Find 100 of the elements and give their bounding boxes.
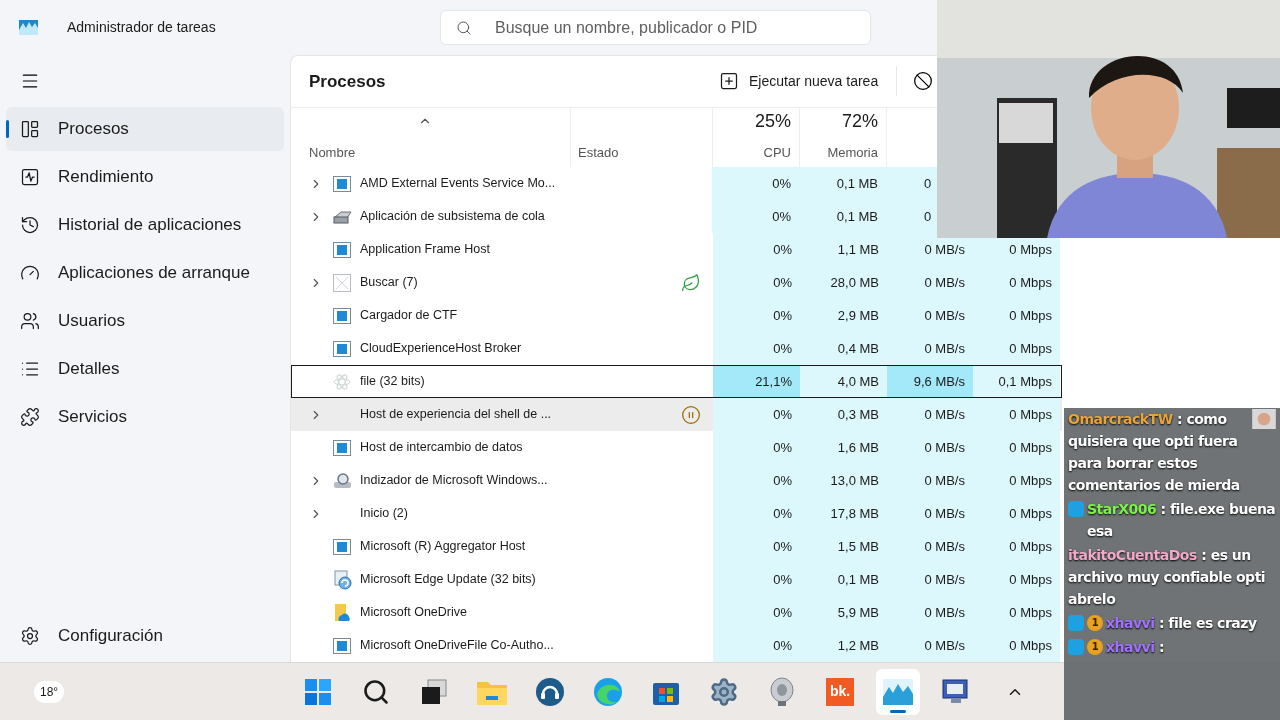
history-icon — [20, 215, 40, 235]
network-value: 0 Mbps — [1009, 438, 1052, 457]
magnifier-icon — [333, 471, 353, 490]
tier-badge: 1 — [1087, 615, 1103, 631]
process-name: CloudExperienceHost Broker — [360, 340, 522, 358]
window-icon — [333, 175, 351, 192]
column-header[interactable]: Estado — [578, 142, 619, 162]
network-value: 0 Mbps — [1009, 504, 1052, 523]
nav-item[interactable]: Historial de aplicaciones — [6, 203, 284, 247]
process-name: Aplicación de subsistema de cola — [360, 208, 545, 226]
network-value: 0 Mbps — [1009, 537, 1052, 556]
network-value: 0 Mbps — [1009, 570, 1052, 589]
network-value: 0 Mbps — [1009, 339, 1052, 358]
process-name: Host de intercambio de datos — [360, 439, 523, 457]
network-value: 0 Mbps — [1009, 405, 1052, 424]
nav-item[interactable]: Usuarios — [6, 299, 284, 343]
atom-icon — [333, 372, 351, 391]
cpu-value: 0% — [773, 471, 792, 490]
cpu-value: 0% — [773, 339, 792, 358]
cloud-folder-icon — [333, 602, 351, 623]
cpu-value: 0% — [772, 174, 792, 193]
memory-value: 1,1 MB — [837, 240, 879, 259]
process-row[interactable]: file (32 bits) 21,1% 4,0 MB 9,6 MB/s 0,1 Mbps — [291, 365, 1062, 398]
search-icon[interactable] — [362, 677, 390, 706]
nav-item[interactable]: Aplicaciones de arranque — [6, 251, 284, 295]
network-value: 0 Mbps — [1009, 306, 1052, 325]
disk-value: 0 MB/s — [924, 603, 965, 622]
active-indicator — [890, 709, 906, 713]
process-name: Microsoft Edge Update (32 bits) — [360, 571, 536, 589]
end-task-icon[interactable] — [913, 71, 934, 92]
cpu-value: 0% — [773, 240, 792, 259]
windows-icon[interactable] — [304, 677, 332, 706]
process-name: Microsoft (R) Aggregator Host — [360, 538, 526, 556]
cpu-value: 0% — [773, 273, 792, 292]
process-name: file (32 bits) — [360, 373, 425, 391]
column-header[interactable]: CPU — [763, 142, 791, 162]
memory-value: 2,9 MB — [837, 306, 879, 325]
memory-value: 5,9 MB — [837, 603, 879, 622]
memory-value: 17,8 MB — [830, 504, 879, 523]
memory-value: 0,1 MB — [836, 207, 878, 226]
cpu-value: 0% — [772, 207, 792, 226]
run-task-button[interactable]: Ejecutar nueva tarea — [713, 61, 885, 102]
disk-value: 0 MB/s — [924, 306, 965, 325]
column-header[interactable]: Memoria — [827, 142, 878, 162]
search-icon — [456, 19, 472, 36]
process-name: Cargador de CTF — [360, 307, 458, 325]
disk-value: 0 — [924, 207, 932, 226]
speaker-icon[interactable] — [769, 676, 795, 707]
disk-value: 0 MB/s — [924, 537, 965, 556]
memory-value: 0,3 MB — [837, 405, 879, 424]
window-title: Administrador de tareas — [67, 18, 217, 37]
disk-value: 9,6 MB/s — [913, 372, 965, 391]
blank-document-icon — [333, 273, 351, 292]
settings-icon — [20, 626, 40, 646]
window-icon — [333, 241, 351, 258]
update-icon — [333, 569, 353, 590]
add-window-icon — [719, 71, 739, 92]
weather-widget[interactable]: 18° — [34, 680, 65, 703]
nav-item[interactable]: Procesos — [6, 107, 284, 151]
headset-icon[interactable] — [535, 676, 565, 707]
cpu-value: 0% — [773, 405, 792, 424]
disk-value: 0 MB/s — [924, 339, 965, 358]
network-value: 0,1 Mbps — [998, 372, 1052, 391]
nav-item[interactable]: Configuración — [6, 614, 284, 658]
network-value: 0 Mbps — [1009, 471, 1052, 490]
users-icon — [20, 311, 40, 331]
puzzle-icon — [20, 407, 40, 427]
chat-message: xhavvi : — [1106, 638, 1164, 657]
disk-value: 0 MB/s — [924, 273, 965, 292]
monitor-icon[interactable] — [941, 677, 971, 706]
nav-item[interactable]: Detalles — [6, 347, 284, 391]
process-name: Host de experiencia del shell de ... — [360, 406, 552, 424]
cpu-value: 0% — [773, 636, 792, 655]
memory-value: 0,4 MB — [837, 339, 879, 358]
process-name: Application Frame Host — [360, 241, 490, 259]
nav-item[interactable]: Rendimiento — [6, 155, 284, 199]
disk-value: 0 MB/s — [924, 636, 965, 655]
chat-message: xhavvi : file es crazy — [1106, 614, 1257, 633]
window-icon — [333, 307, 351, 324]
process-name: Microsoft OneDrive — [360, 604, 467, 622]
process-name: AMD External Events Service Mo... — [360, 175, 556, 193]
memory-value: 0,1 MB — [836, 174, 878, 193]
memory-value: 0,1 MB — [837, 570, 879, 589]
cpu-value: 0% — [773, 603, 792, 622]
task-view-icon[interactable] — [420, 677, 448, 706]
cpu-value: 0% — [773, 306, 792, 325]
tier-badge: 1 — [1087, 639, 1103, 655]
disk-value: 0 MB/s — [924, 405, 965, 424]
usage-percent: 25% — [754, 109, 791, 133]
nav-item[interactable]: Servicios — [6, 395, 284, 439]
activity-icon — [20, 167, 40, 187]
process-name: Buscar (7) — [360, 274, 418, 292]
column-header[interactable]: Nombre — [309, 142, 356, 162]
gear-icon[interactable] — [709, 676, 739, 707]
disk-value: 0 MB/s — [924, 438, 965, 457]
process-row[interactable]: Host de experiencia del shell de ... 0% 0,3 MB 0 MB/s 0 Mbps — [291, 398, 1062, 431]
search-field[interactable]: Busque un nombre, publicador o PID — [440, 10, 871, 45]
chart-window-icon[interactable] — [883, 678, 913, 705]
panel-title: Procesos — [309, 70, 387, 93]
window-icon — [333, 538, 351, 555]
